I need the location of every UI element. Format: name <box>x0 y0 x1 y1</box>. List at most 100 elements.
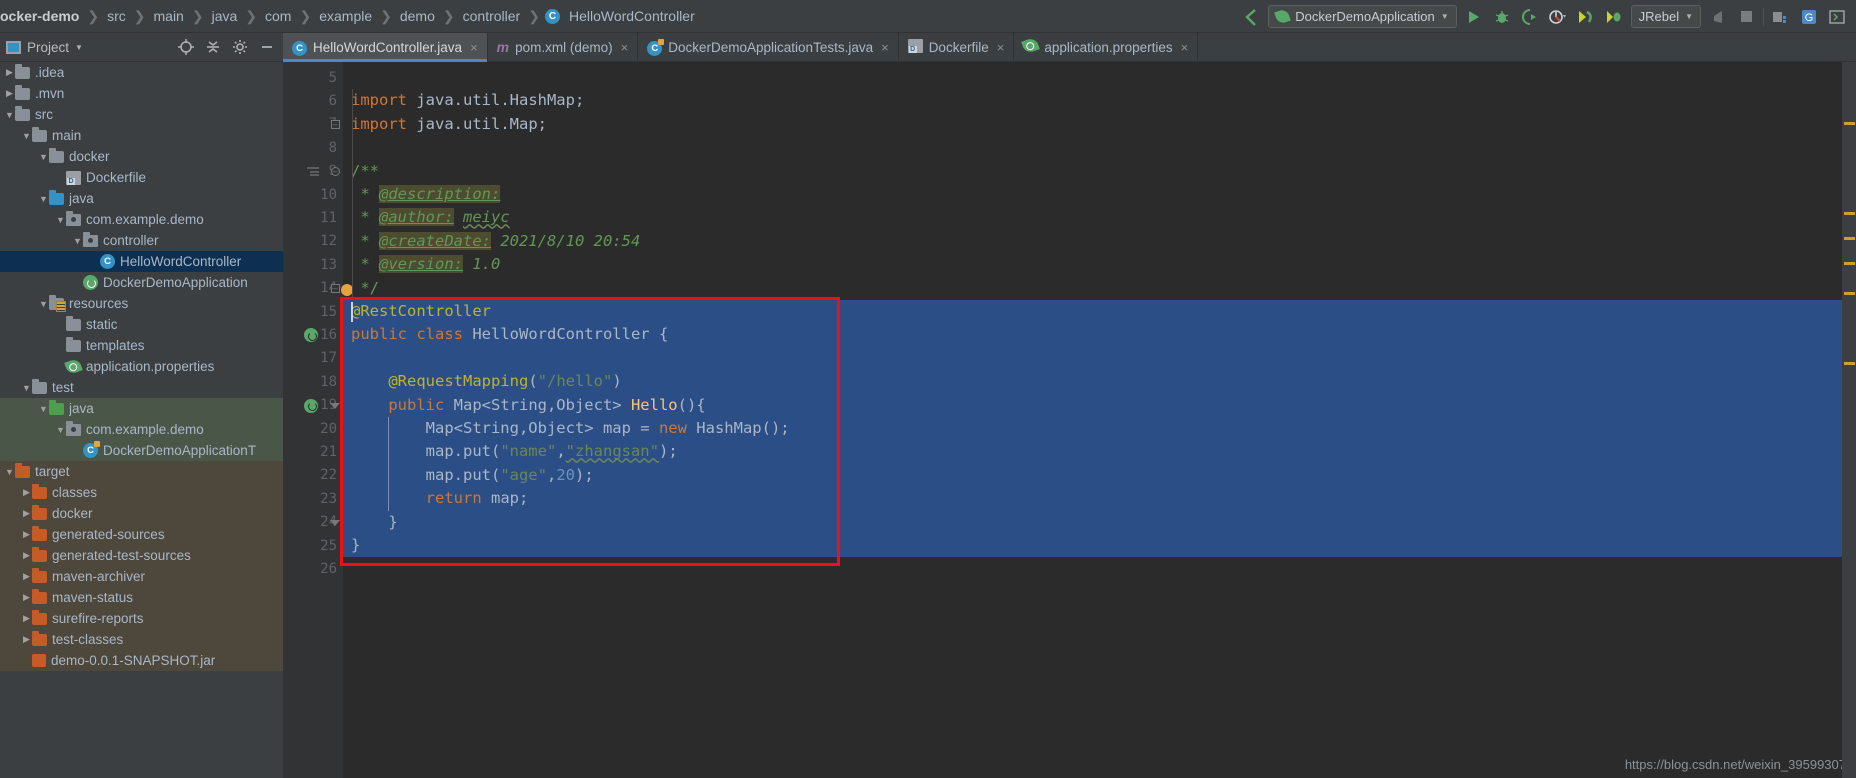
chevron-down-icon[interactable]: ▼ <box>75 43 83 52</box>
fold-collapse-icon[interactable]: – <box>327 117 343 133</box>
tree-node--mvn[interactable]: ▶ .mvn <box>0 83 283 104</box>
chevron-right-icon[interactable]: ▶ <box>21 613 32 624</box>
editor-marker[interactable] <box>1844 292 1855 295</box>
tree-node-generated-sources[interactable]: ▶ generated-sources <box>0 524 283 545</box>
chevron-right-icon[interactable]: ▶ <box>21 487 32 498</box>
code-editor[interactable]: 567891011121314151617181920212223242526–… <box>283 62 1856 778</box>
tree-node-com-example-demo[interactable]: ▼ com.example.demo <box>0 209 283 230</box>
profiler-button[interactable] <box>1547 6 1569 28</box>
tree-node-com-example-demo[interactable]: ▼ com.example.demo <box>0 419 283 440</box>
breadcrumb-item-2[interactable]: main <box>151 8 187 24</box>
editor-marker[interactable] <box>1844 237 1855 240</box>
tree-node-templates[interactable]: templates <box>0 335 283 356</box>
tree-node-maven-archiver[interactable]: ▶ maven-archiver <box>0 566 283 587</box>
close-icon[interactable]: × <box>997 40 1005 55</box>
tree-node-docker[interactable]: ▼ docker <box>0 146 283 167</box>
search-everywhere-icon[interactable] <box>1770 6 1792 28</box>
chevron-down-icon[interactable]: ▼ <box>4 110 15 120</box>
tree-node-maven-status[interactable]: ▶ maven-status <box>0 587 283 608</box>
editor-marker-bar[interactable] <box>1842 62 1856 778</box>
editor-tab-application-properties[interactable]: application.properties × <box>1014 33 1199 61</box>
breadcrumb-item-7[interactable]: controller <box>460 8 524 24</box>
back-arrow-icon[interactable] <box>1240 6 1262 28</box>
chevron-right-icon[interactable]: ▶ <box>21 592 32 603</box>
editor-marker[interactable] <box>1844 262 1855 265</box>
chevron-down-icon[interactable]: ▼ <box>38 194 49 204</box>
tree-node-resources[interactable]: ▼ resources <box>0 293 283 314</box>
close-icon[interactable]: × <box>881 40 889 55</box>
chevron-right-icon[interactable]: ▶ <box>21 571 32 582</box>
tree-node-main[interactable]: ▼ main <box>0 125 283 146</box>
jrebel-debug-button[interactable] <box>1603 6 1625 28</box>
chevron-down-icon[interactable]: ▼ <box>38 299 49 309</box>
tree-node-dockerfile[interactable]: Dockerfile <box>0 167 283 188</box>
editor-gutter[interactable]: 567891011121314151617181920212223242526–… <box>283 62 353 778</box>
editor-tab-dockerfile[interactable]: Dockerfile × <box>899 33 1015 61</box>
close-icon[interactable]: × <box>1181 40 1189 55</box>
breadcrumb-item-0[interactable]: ocker-demo <box>0 8 82 24</box>
chevron-right-icon[interactable]: ▶ <box>21 529 32 540</box>
chevron-down-icon[interactable]: ▼ <box>4 467 15 477</box>
project-tree[interactable]: ▶.idea▶.mvn▼src▼main▼dockerDockerfile▼ja… <box>0 62 283 778</box>
tree-node--idea[interactable]: ▶ .idea <box>0 62 283 83</box>
breadcrumb-item-5[interactable]: example <box>316 8 375 24</box>
tree-node-classes[interactable]: ▶ classes <box>0 482 283 503</box>
chevron-down-icon[interactable]: ▼ <box>21 131 32 141</box>
jrebel-run-button[interactable] <box>1575 6 1597 28</box>
chevron-down-icon[interactable]: ▼ <box>55 425 66 435</box>
tree-node-dockerdemoapplicationt[interactable]: C DockerDemoApplicationT <box>0 440 283 461</box>
chevron-right-icon[interactable]: ▶ <box>21 634 32 645</box>
editor-tab-dockerdemoapplicationtests-java[interactable]: C DockerDemoApplicationTests.java × <box>638 33 899 61</box>
tree-node-test[interactable]: ▼ test <box>0 377 283 398</box>
run-button[interactable] <box>1463 6 1485 28</box>
hide-panel-icon[interactable] <box>259 39 275 55</box>
tree-node-hellowordcontroller[interactable]: C HelloWordController <box>0 251 283 272</box>
chevron-right-icon[interactable]: ▶ <box>4 88 15 99</box>
debug-button[interactable] <box>1491 6 1513 28</box>
collapse-all-icon[interactable] <box>205 39 221 55</box>
editor-tab-bar[interactable]: C HelloWordController.java × m pom.xml (demo… <box>283 33 1856 62</box>
chevron-down-icon[interactable]: ▼ <box>38 152 49 162</box>
tree-node-surefire-reports[interactable]: ▶ surefire-reports <box>0 608 283 629</box>
breadcrumb-item-1[interactable]: src <box>104 8 129 24</box>
tree-node-target[interactable]: ▼ target <box>0 461 283 482</box>
fold-region-icon[interactable] <box>327 515 343 531</box>
editor-tab-pom-xml-demo-[interactable]: m pom.xml (demo) × <box>488 33 639 61</box>
breadcrumb-item-4[interactable]: com <box>262 8 294 24</box>
tree-node-application-properties[interactable]: application.properties <box>0 356 283 377</box>
locate-icon[interactable] <box>178 39 194 55</box>
tree-node-docker[interactable]: ▶ docker <box>0 503 283 524</box>
tree-node-demo-0-0-1-snapshot-jar[interactable]: demo-0.0.1-SNAPSHOT.jar <box>0 650 283 671</box>
chevron-right-icon[interactable]: ▶ <box>21 508 32 519</box>
tree-node-java[interactable]: ▼ java <box>0 398 283 419</box>
breadcrumb-item-3[interactable]: java <box>209 8 241 24</box>
chevron-down-icon[interactable]: ▼ <box>38 404 49 414</box>
spring-bean-icon[interactable] <box>303 327 319 343</box>
run-configuration-selector[interactable]: DockerDemoApplication ▼ <box>1268 5 1457 28</box>
chevron-down-icon[interactable]: ▼ <box>72 236 83 246</box>
fold-region-icon[interactable] <box>327 398 343 414</box>
editor-marker[interactable] <box>1844 212 1855 215</box>
spring-bean-icon[interactable] <box>303 398 319 414</box>
tree-node-static[interactable]: static <box>0 314 283 335</box>
close-icon[interactable]: × <box>621 40 629 55</box>
translate-icon[interactable]: G <box>1798 6 1820 28</box>
terminal-icon[interactable] <box>1826 6 1848 28</box>
chevron-right-icon[interactable]: ▶ <box>21 550 32 561</box>
jrebel-selector[interactable]: JRebel ▼ <box>1630 5 1701 28</box>
editor-tab-hellowordcontroller-java[interactable]: C HelloWordController.java × <box>283 33 488 62</box>
tree-node-java[interactable]: ▼ java <box>0 188 283 209</box>
chevron-down-icon[interactable]: ▼ <box>21 383 32 393</box>
tree-node-src[interactable]: ▼ src <box>0 104 283 125</box>
breadcrumb-current[interactable]: HelloWordController <box>566 8 698 24</box>
run-with-coverage-button[interactable] <box>1519 6 1541 28</box>
chevron-down-icon[interactable]: ▼ <box>55 215 66 225</box>
build-button[interactable] <box>1707 6 1729 28</box>
code-content[interactable]: import java.util.HashMap; import java.uti… <box>343 62 1856 778</box>
tree-node-test-classes[interactable]: ▶ test-classes <box>0 629 283 650</box>
tree-node-dockerdemoapplication[interactable]: DockerDemoApplication <box>0 272 283 293</box>
stop-button[interactable] <box>1735 6 1757 28</box>
breadcrumb-item-6[interactable]: demo <box>397 8 438 24</box>
chevron-right-icon[interactable]: ▶ <box>4 67 15 78</box>
fold-collapse-icon[interactable]: – <box>327 164 343 180</box>
